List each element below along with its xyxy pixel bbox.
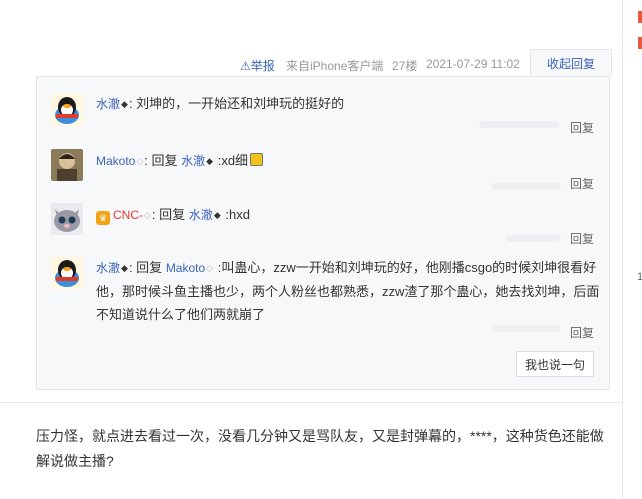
client-label: 来自iPhone客户端 — [286, 59, 384, 73]
next-post-content: 压力怪，就点进去看过一次，没看几分钟又是骂队友，又是封弹幕的，****，这种货色… — [36, 428, 604, 469]
redacted-region — [479, 121, 559, 128]
fold-replies-button[interactable]: 收起回复 — [530, 49, 612, 76]
reply-text: :xd细 — [217, 153, 249, 168]
diamond-icon: ◆ — [213, 210, 221, 220]
right-column-divider — [622, 0, 623, 499]
reply-link[interactable]: 回复 — [570, 324, 594, 341]
reply-username[interactable]: CNC- — [113, 208, 143, 222]
reply-content: Makoto◇: 回复 水澈◆ :xd细 — [96, 149, 601, 173]
redacted-region — [491, 183, 561, 190]
reply-link[interactable]: 回复 — [570, 119, 594, 136]
avatar[interactable] — [51, 257, 83, 289]
reply-username[interactable]: 水澈 — [96, 97, 120, 111]
post-divider — [0, 402, 622, 403]
avatar[interactable] — [51, 149, 83, 181]
right-edge-marker — [638, 37, 642, 49]
reply-panel: 水澈◆: 刘坤的，一开始还和刘坤玩的挺好的 回复 Makoto◇: 回复 水澈◆… — [36, 76, 610, 390]
right-edge-marker — [638, 11, 642, 23]
post-tail: ⚠举报 来自iPhone客户端 27楼 2021-07-29 11:02 — [240, 57, 520, 73]
reply-content: ♛ CNC-◇: 回复 水澈◆ :hxd — [96, 203, 601, 227]
diamond-icon: ◆ — [206, 156, 214, 166]
reply-target[interactable]: Makoto — [166, 261, 205, 275]
reply-content: 水澈◆: 刘坤的，一开始还和刘坤玩的挺好的 — [96, 96, 345, 111]
add-reply-button[interactable]: 我也说一句 — [516, 351, 594, 377]
reply-target[interactable]: 水澈 — [189, 208, 213, 222]
reply-username[interactable]: 水澈 — [96, 261, 120, 275]
post-time: 2021-07-29 11:02 — [426, 57, 520, 71]
redacted-region — [506, 235, 561, 242]
avatar[interactable] — [51, 94, 83, 126]
warning-icon: ⚠ — [240, 59, 251, 73]
floor-label: 27楼 — [392, 59, 418, 73]
redacted-region — [491, 325, 561, 332]
reply-text: 刘坤的，一开始还和刘坤玩的挺好的 — [136, 96, 345, 111]
reply-target[interactable]: 水澈 — [181, 154, 205, 168]
reply-content: 水澈◆: 回复 Makoto◇ :叫蛊心，zzw一开始和刘坤玩的好，他刚播csg… — [96, 260, 600, 322]
level-icon: ◇ — [136, 156, 144, 166]
level-icon: ◇ — [206, 263, 214, 273]
reply-text: :hxd — [225, 207, 250, 222]
reply-link[interactable]: 回复 — [570, 230, 594, 247]
crown-badge-icon: ♛ — [96, 211, 110, 225]
reply-username[interactable]: Makoto — [96, 154, 135, 168]
reply-link[interactable]: 回复 — [570, 175, 594, 192]
avatar[interactable] — [51, 203, 83, 235]
diamond-icon: ◆ — [121, 99, 128, 109]
report-link[interactable]: ⚠举报 — [240, 57, 275, 74]
lock-emoji-icon — [250, 153, 264, 166]
level-icon: ◇ — [144, 210, 151, 220]
right-edge-number: 1 — [637, 271, 642, 283]
diamond-icon: ◆ — [121, 263, 128, 273]
